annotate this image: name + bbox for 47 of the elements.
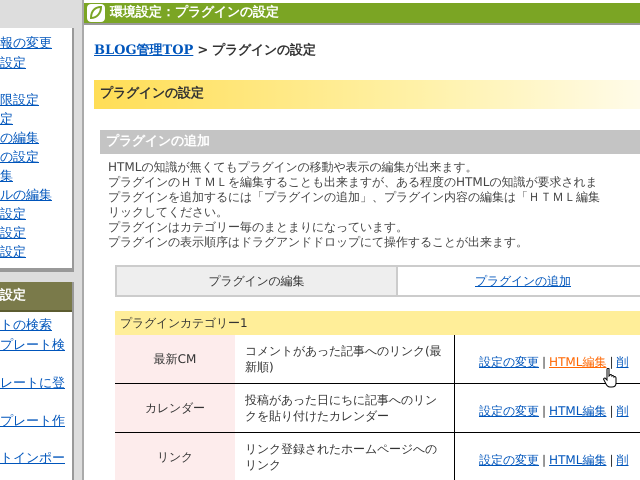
sidebar-link[interactable]: レートに登 xyxy=(0,374,65,394)
action-link[interactable]: 削 xyxy=(616,450,628,468)
sidebar-link[interactable]: の設定 xyxy=(0,148,39,168)
sidebar-link[interactable]: プレート作 xyxy=(0,412,65,432)
sidebar-link[interactable]: ルの編集 xyxy=(0,186,52,206)
description-text: HTMLの知識が無くてもプラグインの移動や表示の編集が出来ます。 プラグインのＨＴＭＬを編集することも出来ますが、ある程度のHTMLの知識が要求されま プラグインを追加するには「プラグインの追加」、プラグイン内容の編集は「ＨＴＭＬ編集 リックしてください。 プラグインはカテゴリー毎のまとまりになっています。 プラグインの表示順序はドラグアンドドロップにて操作することが出来ます。 xyxy=(107,160,601,250)
sidebar-link[interactable]: 集 xyxy=(0,166,13,186)
action-link[interactable]: 設定の変更 xyxy=(479,402,539,420)
action-link[interactable]: 削 xyxy=(616,402,628,420)
table-cell: 最新CM xyxy=(115,334,235,382)
window-title: 環境設定：プラグインの設定 xyxy=(110,4,279,22)
tab[interactable]: プラグインの編集 xyxy=(115,264,398,296)
table-cell: カレンダー xyxy=(115,384,235,432)
category-title: プラグインカテゴリー1 xyxy=(120,314,248,332)
sidebar-link[interactable]: 報の変更 xyxy=(0,34,52,54)
separator: | xyxy=(542,402,546,420)
action-link[interactable]: HTML編集 xyxy=(549,450,606,468)
separator: | xyxy=(609,452,614,468)
sidebar-link[interactable]: 設定 xyxy=(0,54,26,74)
sidebar-link[interactable]: トインポー xyxy=(0,448,65,468)
table-cell: リンク xyxy=(115,432,235,480)
sidebar-link[interactable]: 設定 xyxy=(0,204,26,224)
action-link[interactable]: HTML編集 xyxy=(549,402,606,420)
sidebar-link[interactable]: トの検索 xyxy=(0,316,52,336)
action-link[interactable]: 設定の変更 xyxy=(479,450,539,468)
sidebar-link[interactable]: 限設定 xyxy=(0,90,39,110)
separator: | xyxy=(542,452,546,468)
page-heading: プラグインの設定 xyxy=(94,80,640,108)
breadcrumb-separator: > xyxy=(197,42,208,60)
separator: | xyxy=(609,402,614,420)
action-link[interactable]: 削 xyxy=(616,352,628,370)
breadcrumb-link[interactable]: BLOG管理TOP xyxy=(94,41,194,60)
table-cell: コメントがあった記事へのリンク(最新順) xyxy=(235,334,455,382)
breadcrumb-current: プラグインの設定 xyxy=(212,42,316,60)
sidebar-heading: 設定 xyxy=(0,286,26,306)
sidebar-link[interactable]: の編集 xyxy=(0,128,39,148)
tab[interactable]: プラグインの追加 xyxy=(398,264,640,296)
sidebar-link[interactable]: プレート検 xyxy=(0,336,65,356)
sidebar-link[interactable]: 設定 xyxy=(0,224,26,244)
sidebar-link[interactable]: 設定 xyxy=(0,242,26,262)
table-cell: 投稿があった日にちに記事へのリンクを貼り付けたカレンダー xyxy=(235,384,455,432)
action-link[interactable]: 設定の変更 xyxy=(479,352,539,370)
table-cell: リンク登録されたホームページへのリンク xyxy=(235,432,455,480)
section-heading: プラグインの追加 xyxy=(100,130,640,154)
separator: | xyxy=(609,354,614,370)
sidebar-link[interactable]: 定 xyxy=(0,110,13,130)
separator: | xyxy=(542,354,546,370)
